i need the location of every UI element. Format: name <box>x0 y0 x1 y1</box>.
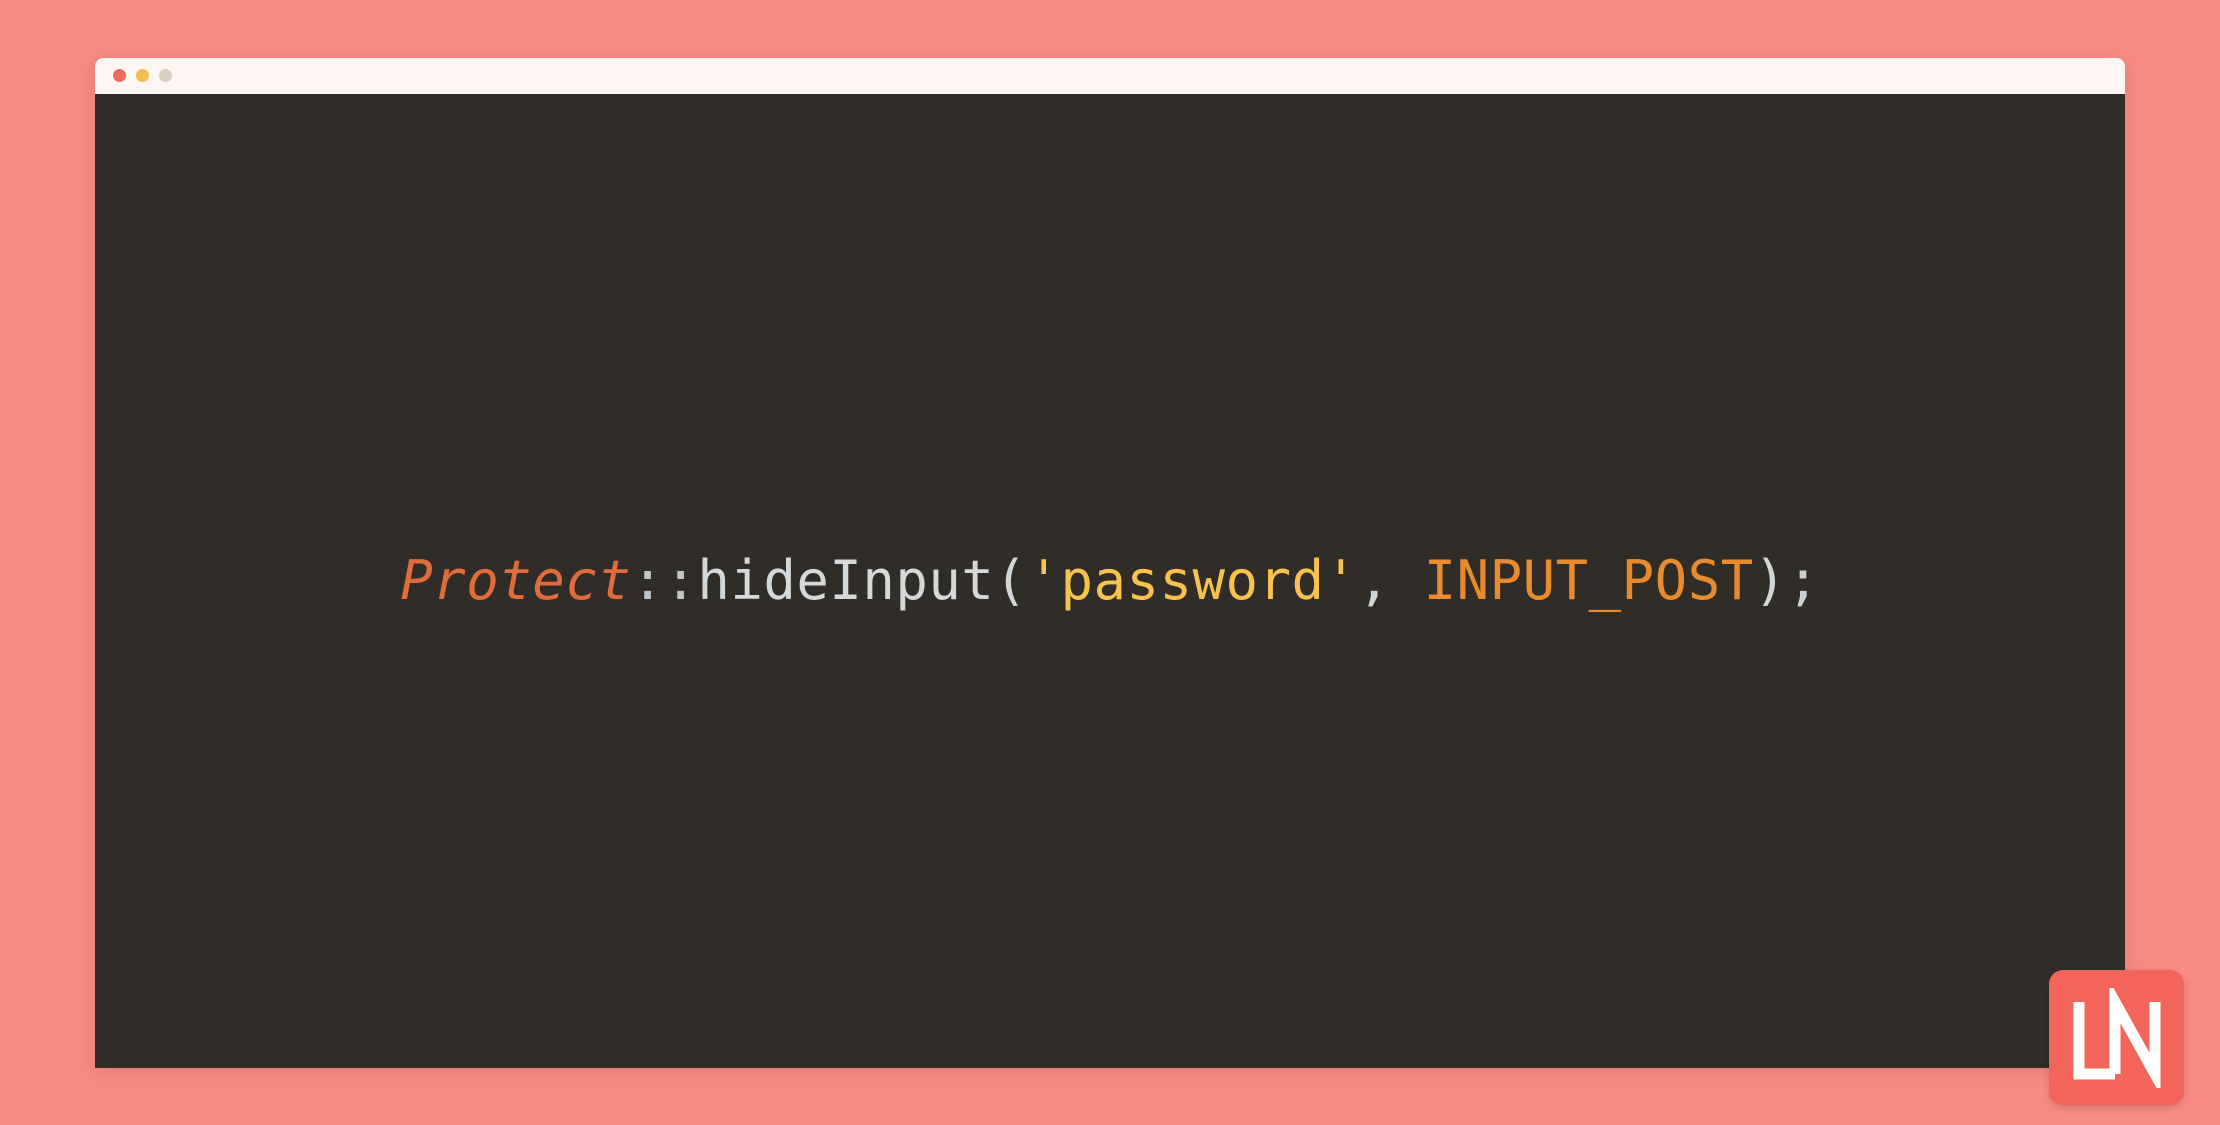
code-token-comma: , <box>1358 549 1424 612</box>
code-token-scope: :: <box>631 549 697 612</box>
code-token-semicolon: ; <box>1787 549 1820 612</box>
code-token-function: hideInput <box>697 549 994 612</box>
minimize-icon[interactable] <box>136 69 149 82</box>
code-token-paren-open: ( <box>994 549 1027 612</box>
code-token-paren-close: ) <box>1754 549 1787 612</box>
brand-logo <box>2049 970 2184 1105</box>
code-area: Protect::hideInput('password', INPUT_POS… <box>95 94 2125 1068</box>
editor-window: Protect::hideInput('password', INPUT_POS… <box>95 58 2125 1068</box>
code-token-constant: INPUT_POST <box>1424 549 1754 612</box>
close-icon[interactable] <box>113 69 126 82</box>
code-token-class: Protect <box>400 549 631 612</box>
maximize-icon[interactable] <box>159 69 172 82</box>
ln-logo-icon <box>2067 988 2167 1088</box>
window-titlebar <box>95 58 2125 94</box>
code-line: Protect::hideInput('password', INPUT_POS… <box>400 549 1820 612</box>
code-token-string: 'password' <box>1027 549 1357 612</box>
